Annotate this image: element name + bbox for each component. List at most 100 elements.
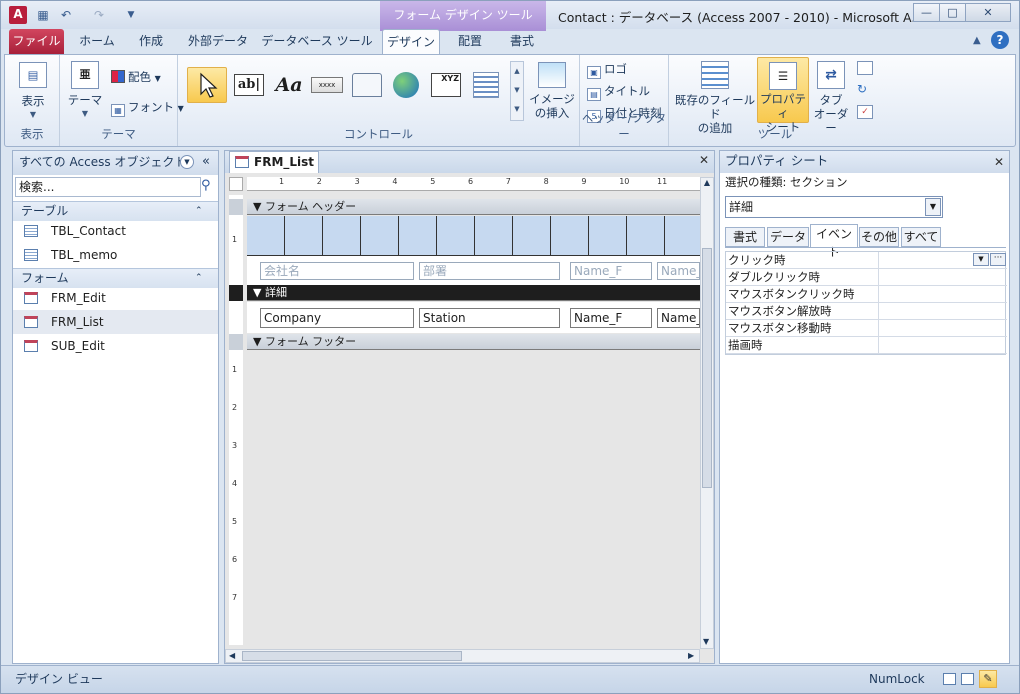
undo-icon[interactable]: ↶ — [58, 7, 74, 23]
font-button[interactable]: ▦ フォント ▼ — [111, 99, 184, 117]
property-value[interactable] — [878, 269, 1006, 285]
header-section-selector[interactable] — [229, 199, 243, 215]
field-company[interactable]: Company — [260, 308, 414, 328]
search-input[interactable]: 検索... — [15, 177, 201, 197]
field-station[interactable]: Station — [419, 308, 560, 328]
tab-create[interactable]: 作成 — [127, 29, 175, 54]
header-label-name[interactable]: Name_ — [657, 262, 700, 280]
property-row[interactable]: 描画時 — [726, 337, 1007, 354]
save-icon[interactable]: ▦ — [35, 7, 51, 23]
subform-icon[interactable] — [857, 61, 873, 75]
close-property-sheet-icon[interactable]: ✕ — [994, 152, 1004, 172]
property-row[interactable]: ダブルクリック時 — [726, 269, 1007, 286]
horizontal-scroll-thumb[interactable] — [242, 651, 462, 661]
search-icon[interactable]: ⚲ — [201, 178, 211, 193]
label-tool[interactable]: Aa — [270, 67, 308, 103]
add-existing-fields-button[interactable]: 既存のフィールド の追加 — [674, 61, 756, 135]
app-icon[interactable]: A — [9, 6, 27, 24]
tab-all-props[interactable]: すべて — [901, 227, 941, 247]
chevron-down-icon[interactable]: ▼ — [925, 198, 941, 216]
close-button[interactable]: ✕ — [965, 3, 1011, 22]
scroll-up-icon[interactable]: ▲ — [701, 178, 713, 187]
footer-section-selector[interactable] — [229, 334, 243, 350]
nav-item-tbl-contact[interactable]: TBL_Contact — [13, 219, 218, 243]
tab-file[interactable]: ファイル — [9, 29, 64, 54]
chevron-down-icon[interactable]: ▼ — [973, 253, 989, 266]
nav-collapse-icon[interactable]: « — [202, 151, 210, 173]
property-row[interactable]: マウスボタン解放時 — [726, 303, 1007, 320]
form-header-bar[interactable]: ▼ フォーム ヘッダー — [247, 199, 700, 215]
detail-bar[interactable]: ▼ 詳細 — [247, 285, 700, 301]
tab-arrange[interactable]: 配置 — [446, 29, 494, 54]
tab-format[interactable]: 書式 — [498, 29, 546, 54]
collapse-forms-icon[interactable]: ⌃ — [195, 269, 203, 287]
nav-item-sub-edit[interactable]: SUB_Edit — [13, 334, 218, 358]
help-icon[interactable]: ? — [991, 31, 1009, 49]
maximize-button[interactable]: □ — [939, 3, 966, 22]
form-selector[interactable] — [229, 177, 243, 191]
property-row[interactable]: マウスボタンクリック時 — [726, 286, 1007, 303]
vertical-scrollbar[interactable]: ▲ ▼ — [700, 177, 714, 649]
builder-button[interactable]: ··· — [990, 253, 1006, 266]
convert-macro-icon[interactable]: ✓ — [857, 105, 873, 119]
horizontal-scrollbar[interactable]: ◀ ▶ — [225, 649, 700, 663]
selection-dropdown[interactable]: 詳細 ▼ — [725, 196, 943, 218]
customize-qat-icon[interactable]: ▼ — [123, 7, 139, 23]
tab-control-tool[interactable] — [348, 67, 386, 103]
nav-item-frm-edit[interactable]: FRM_Edit — [13, 286, 218, 310]
web-browser-tool[interactable]: XYZ — [427, 67, 465, 103]
color-button[interactable]: 配色 ▼ — [111, 69, 161, 85]
redo-icon[interactable]: ↷ — [91, 7, 107, 23]
tab-design[interactable]: デザイン — [382, 29, 440, 55]
property-value[interactable] — [878, 337, 1006, 353]
minimize-button[interactable]: — — [913, 3, 940, 22]
tab-data-props[interactable]: データ — [767, 227, 809, 247]
property-row[interactable]: クリック時 ▼ ··· — [726, 252, 1007, 269]
minimize-ribbon-icon[interactable]: ▲ — [973, 35, 981, 46]
form-footer-bar[interactable]: ▼ フォーム フッター — [247, 334, 700, 350]
header-label-station[interactable]: 部署 — [419, 262, 560, 280]
tab-event-props[interactable]: イベント — [810, 224, 858, 259]
scroll-right-icon[interactable]: ▶ — [688, 651, 694, 660]
field-name[interactable]: Name_ — [657, 308, 700, 328]
nav-group-forms[interactable]: フォーム ⌃ — [13, 268, 218, 288]
tab-database-tools[interactable]: データベース ツール — [261, 29, 373, 54]
tab-format-props[interactable]: 書式 — [725, 227, 765, 247]
tab-home[interactable]: ホーム — [71, 29, 123, 54]
hyperlink-tool[interactable] — [387, 67, 425, 103]
theme-button[interactable]: 亜 テーマ ▼ — [66, 61, 104, 121]
logo-button[interactable]: ▣ ロゴ — [587, 61, 627, 79]
nav-dropdown-icon[interactable]: ▼ — [180, 155, 194, 169]
header-label-company[interactable]: 会社名 — [260, 262, 414, 280]
field-name-f[interactable]: Name_F — [570, 308, 652, 328]
scroll-left-icon[interactable]: ◀ — [229, 651, 235, 660]
tab-external-data[interactable]: 外部データ — [181, 29, 255, 54]
property-sheet-button[interactable]: ☰ プロパティ シート — [757, 57, 809, 134]
detail-section-selector[interactable] — [229, 285, 243, 301]
header-label-name-f[interactable]: Name_F — [570, 262, 652, 280]
controls-gallery-scroll[interactable]: ▲ ▼ ▼ — [510, 61, 524, 121]
nav-group-tables[interactable]: テーブル ⌃ — [13, 201, 218, 221]
select-tool[interactable] — [187, 67, 227, 103]
collapse-tables-icon[interactable]: ⌃ — [195, 202, 203, 220]
design-view-icon[interactable]: ✎ — [979, 670, 997, 688]
button-tool[interactable]: xxxx — [308, 67, 346, 103]
close-document-icon[interactable]: ✕ — [699, 153, 709, 167]
insert-image-button[interactable]: イメージ の挿入 — [527, 62, 577, 120]
title-button[interactable]: ▤ タイトル — [587, 83, 650, 101]
document-tab[interactable]: FRM_List — [229, 151, 319, 173]
navigation-tool[interactable] — [467, 67, 505, 103]
property-row[interactable]: マウスボタン移動時 — [726, 320, 1007, 337]
form-view-icon[interactable] — [943, 673, 956, 685]
tab-other-props[interactable]: その他 — [859, 227, 899, 247]
tab-order-button[interactable]: ⇄ タブ オーダー — [811, 61, 851, 135]
scroll-down-icon[interactable]: ▼ — [703, 637, 709, 646]
property-value[interactable]: ▼ ··· — [878, 252, 1006, 268]
property-value[interactable] — [878, 303, 1006, 319]
textbox-tool[interactable]: ab| — [230, 67, 268, 103]
nav-item-frm-list[interactable]: FRM_List — [13, 310, 218, 334]
vertical-scroll-thumb[interactable] — [702, 248, 712, 488]
view-button[interactable]: ▤ 表示 ▼ — [13, 62, 53, 122]
nav-header[interactable]: すべての Access オブジェクト ▼ « — [13, 151, 218, 175]
nav-item-tbl-memo[interactable]: TBL_memo — [13, 243, 218, 267]
